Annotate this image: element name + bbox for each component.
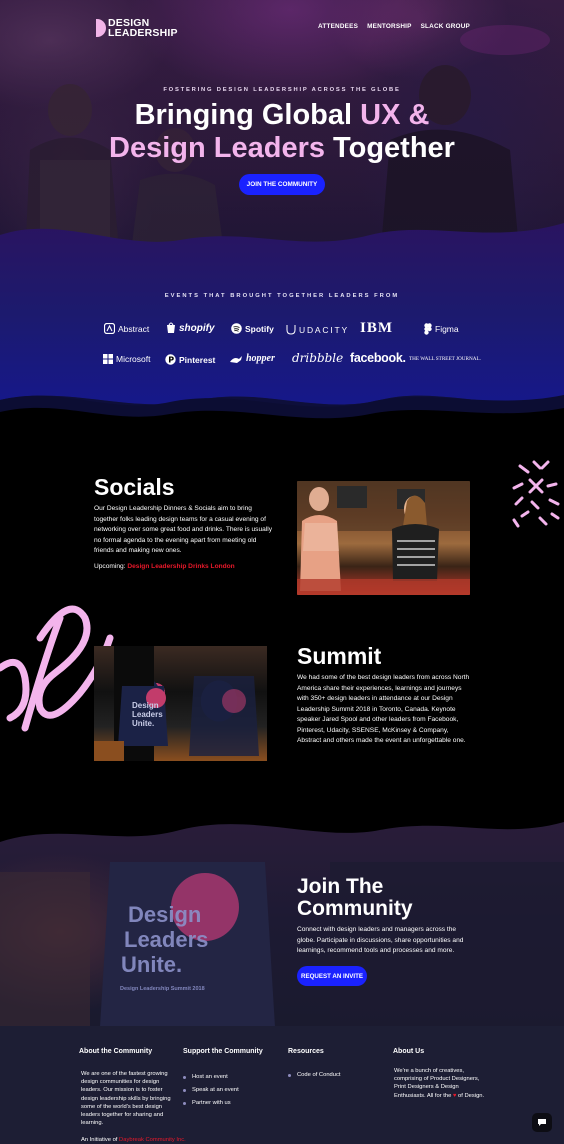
figma-icon — [424, 323, 432, 335]
join-body: Connect with design leaders and managers… — [297, 926, 464, 954]
hero-eyebrow: FOSTERING DESIGN LEADERSHIP ACROSS THE G… — [163, 87, 401, 93]
summit-bag-text-2: Leaders — [132, 710, 163, 719]
nav-slack-group[interactable]: SLACK GROUP — [421, 23, 470, 30]
join-community-button[interactable]: JOIN THE COMMUNITY — [239, 174, 325, 195]
logo-text: DESIGN LEADERSHIP — [108, 17, 178, 39]
socials-upcoming: Upcoming: Design Leadership Drinks Londo… — [94, 563, 235, 570]
socials-title: Socials — [94, 474, 175, 500]
summit-photo: Design Leaders Unite. — [94, 646, 267, 761]
spotify-icon — [231, 323, 242, 334]
microsoft-icon — [103, 354, 113, 364]
abstract-icon — [104, 323, 115, 334]
udacity-icon — [286, 324, 296, 335]
bag-text-3: Unite. — [121, 952, 182, 977]
footer-resources-links: Code of Conduct — [288, 1072, 341, 1078]
bullet-icon — [183, 1088, 186, 1092]
footer-initiative: An Initiative of Daybreak Community Inc. — [81, 1137, 186, 1143]
socials-photo-scene — [297, 481, 470, 595]
socials-body: Our Design Leadership Dinners & Socials … — [94, 505, 273, 554]
footer-aboutus-text: We're a bunch of creatives, comprising o… — [394, 1068, 485, 1099]
brand-facebook: facebook. — [350, 351, 406, 365]
footer-link-speak-event[interactable]: Speak at an event — [183, 1087, 239, 1093]
brand-hopper: hopper — [229, 353, 275, 364]
footer-about-heading: About the Community — [79, 1048, 153, 1055]
summit-bag-text-3: Unite. — [132, 719, 154, 728]
events-title: EVENTS THAT BROUGHT TOGETHER LEADERS FRO… — [164, 293, 400, 299]
shopify-bag-icon — [166, 322, 176, 334]
request-invite-button[interactable]: REQUEST AN INVITE — [297, 966, 367, 986]
bullet-icon — [288, 1073, 291, 1077]
footer-link-host-event[interactable]: Host an event — [183, 1074, 239, 1080]
brand-dribbble: dribbble — [292, 351, 344, 365]
summit-photo-scene: Design Leaders Unite. — [94, 646, 259, 761]
summit-bag-text-1: Design — [132, 701, 159, 710]
decorative-pink-marks — [512, 460, 560, 528]
summit-title: Summit — [297, 643, 382, 669]
brand-spotify: Spotify — [231, 323, 274, 334]
site-logo[interactable]: DESIGN LEADERSHIP — [96, 17, 178, 39]
chat-bubble-icon — [538, 1119, 546, 1126]
footer-link-partner[interactable]: Partner with us — [183, 1100, 239, 1106]
brand-microsoft: Microsoft — [103, 354, 150, 364]
join-title: Join The Community — [297, 875, 413, 920]
brand-abstract: Abstract — [104, 323, 149, 334]
svg-text:P: P — [168, 356, 174, 365]
chat-button[interactable] — [532, 1113, 552, 1132]
summit-body: We had some of the best design leaders f… — [297, 674, 470, 744]
brand-figma: Figma — [424, 323, 459, 335]
bag-text-1: Design — [128, 902, 201, 927]
brand-udacity: UDACITY — [286, 324, 349, 335]
socials-photo — [297, 481, 470, 595]
hero-title: Bringing Global UX & Design Leaders Toge… — [109, 99, 455, 164]
brand-shopify: shopify — [166, 322, 215, 334]
bullet-icon — [183, 1075, 186, 1079]
join-tote-bag-photo: Design Leaders Unite. Design Leadership … — [0, 812, 564, 1027]
main-nav: ATTENDEES MENTORSHIP SLACK GROUP — [318, 23, 470, 30]
pinterest-icon: P — [165, 354, 176, 365]
logos-wave-divider — [0, 395, 564, 430]
footer-link-code-of-conduct[interactable]: Code of Conduct — [288, 1072, 341, 1078]
join-community-section: Design Leaders Unite. Design Leadership … — [0, 812, 564, 1027]
footer-aboutus-heading: About Us — [393, 1048, 425, 1055]
brand-wsj: THE WALL STREET JOURNAL. — [409, 356, 481, 362]
footer-about-text: We are one of the fastest growing design… — [81, 1071, 171, 1127]
brand-ibm: IBM — [360, 320, 393, 336]
nav-mentorship[interactable]: MENTORSHIP — [367, 23, 412, 30]
bag-caption: Design Leadership Summit 2018 — [120, 986, 205, 992]
footer-support-heading: Support the Community — [183, 1048, 263, 1055]
nav-attendees[interactable]: ATTENDEES — [318, 23, 358, 30]
logo-mark-icon — [96, 19, 106, 37]
initiative-link[interactable]: Daybreak Community Inc. — [119, 1137, 186, 1143]
hopper-bunny-icon — [229, 354, 243, 364]
bag-text-2: Leaders — [124, 927, 208, 952]
bullet-icon — [183, 1101, 186, 1105]
brand-pinterest: P Pinterest — [165, 354, 215, 365]
upcoming-event-link[interactable]: Design Leadership Drinks London — [127, 563, 234, 570]
footer-support-links: Host an event Speak at an event Partner … — [183, 1074, 239, 1106]
footer-resources-heading: Resources — [288, 1048, 324, 1055]
